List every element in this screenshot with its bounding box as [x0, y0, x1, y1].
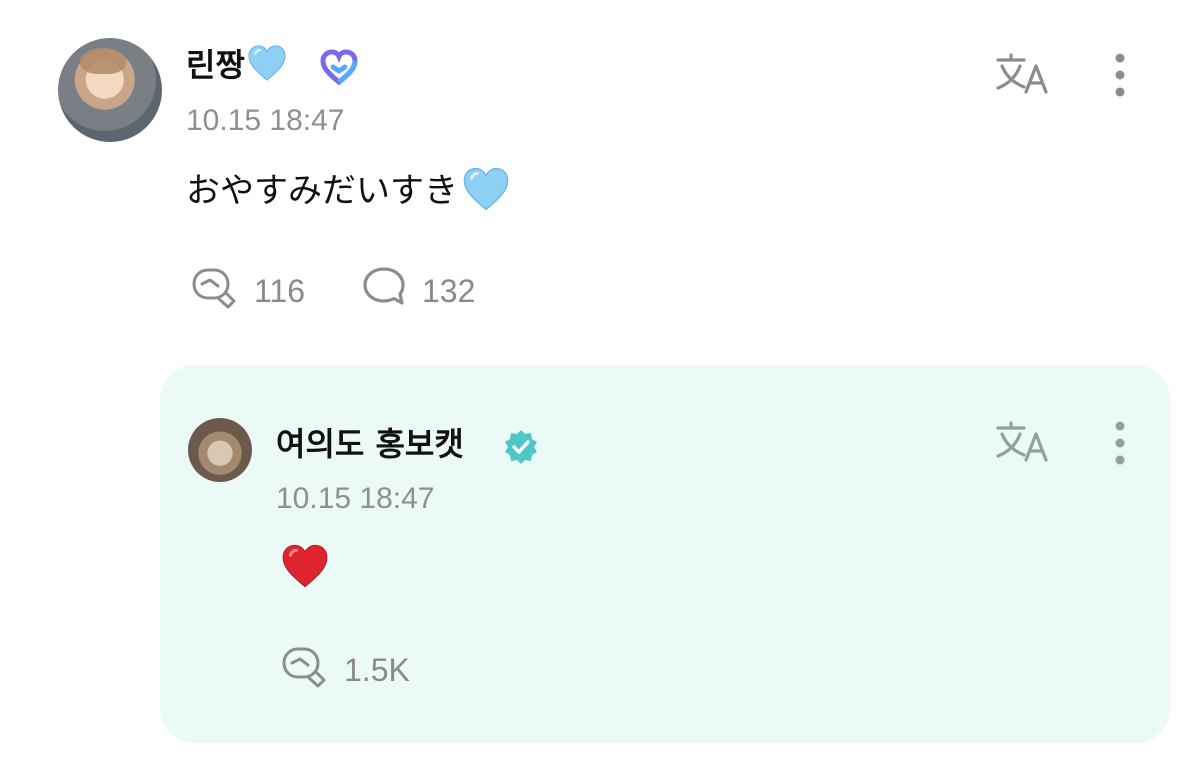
post: 린짱 10.15 18:47 おやすみだいすき 116 132: [0, 0, 1200, 340]
red-heart-emoji: [280, 543, 330, 593]
reply-like-count: 1.5K: [344, 651, 410, 688]
comment-icon: [360, 265, 408, 317]
more-vertical-icon[interactable]: [1110, 420, 1130, 470]
author-name-text: 린짱: [186, 47, 245, 83]
reply-author-avatar[interactable]: [188, 418, 252, 482]
verified-check-icon: [502, 428, 540, 470]
reply-timestamp: 10.15 18:47: [276, 482, 435, 515]
like-icon: [278, 644, 330, 696]
like-stat[interactable]: 116: [188, 265, 305, 317]
like-count: 116: [254, 272, 306, 309]
reply-author-name[interactable]: 여의도 홍보캣: [276, 428, 464, 460]
comment-count: 132: [422, 272, 476, 309]
ring-badge-icon: [318, 48, 360, 90]
author-avatar[interactable]: [58, 38, 162, 142]
author-name[interactable]: 린짱: [186, 44, 287, 87]
reply-like-stat[interactable]: 1.5K: [278, 644, 410, 696]
translate-icon[interactable]: [994, 52, 1054, 100]
like-icon: [188, 265, 240, 317]
post-timestamp: 10.15 18:47: [186, 104, 345, 137]
more-vertical-icon[interactable]: [1110, 52, 1130, 102]
post-text-content: おやすみだいすき: [186, 171, 458, 211]
comment-stat[interactable]: 132: [360, 265, 475, 317]
translate-icon[interactable]: [994, 420, 1054, 468]
light-blue-heart-icon: [462, 166, 510, 218]
light-blue-heart-icon: [247, 44, 287, 87]
post-text: おやすみだいすき: [186, 166, 510, 218]
